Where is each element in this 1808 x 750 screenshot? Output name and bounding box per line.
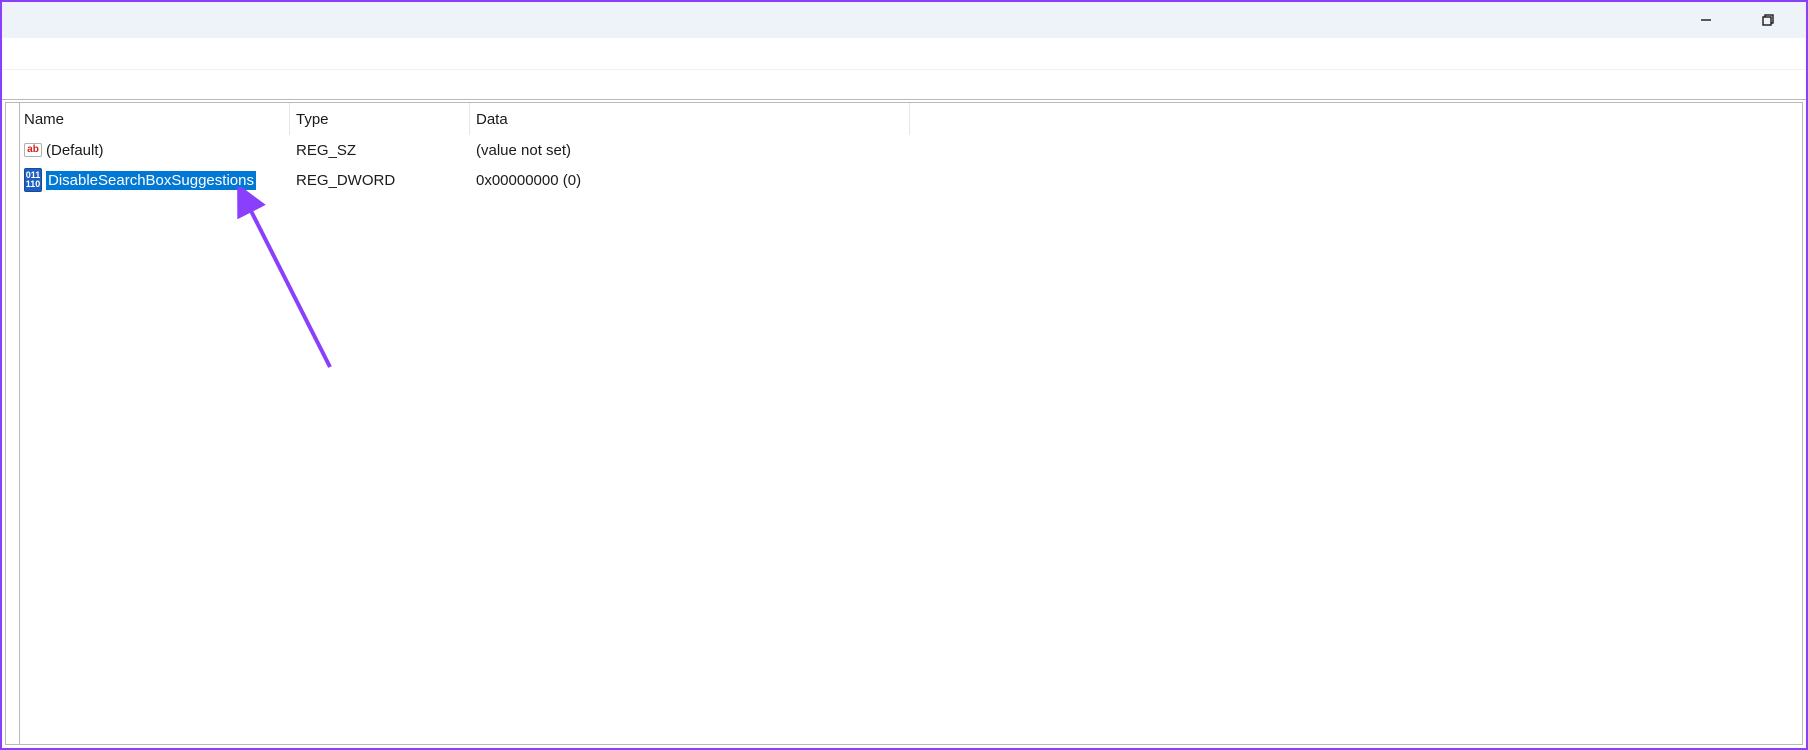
annotation-arrow-icon: [230, 187, 370, 387]
content-frame: Name Type Data ab (Default) REG_SZ (valu…: [5, 102, 1803, 745]
column-header-name[interactable]: Name: [20, 103, 290, 135]
value-row[interactable]: ab (Default) REG_SZ (value not set): [20, 135, 1802, 165]
menu-bar: [2, 38, 1806, 70]
value-type: REG_DWORD: [290, 172, 470, 189]
maximize-button[interactable]: [1738, 3, 1798, 37]
reg-dword-icon: 011110: [22, 169, 44, 191]
address-bar: [2, 70, 1806, 100]
column-header-data[interactable]: Data: [470, 103, 910, 135]
values-list-pane[interactable]: Name Type Data ab (Default) REG_SZ (valu…: [20, 103, 1802, 744]
value-name: (Default): [46, 142, 104, 159]
value-name-editing[interactable]: DisableSearchBoxSuggestions: [46, 171, 256, 190]
minimize-button[interactable]: [1676, 3, 1736, 37]
window-titlebar: [2, 2, 1806, 38]
value-data: (value not set): [470, 142, 1802, 159]
maximize-icon: [1761, 13, 1775, 27]
value-row[interactable]: 011110 DisableSearchBoxSuggestions REG_D…: [20, 165, 1802, 195]
minimize-icon: [1699, 13, 1713, 27]
tree-pane[interactable]: [6, 103, 20, 744]
reg-sz-icon: ab: [22, 139, 44, 161]
column-header-type[interactable]: Type: [290, 103, 470, 135]
column-headers: Name Type Data: [20, 103, 1802, 135]
value-data: 0x00000000 (0): [470, 172, 1802, 189]
value-type: REG_SZ: [290, 142, 470, 159]
